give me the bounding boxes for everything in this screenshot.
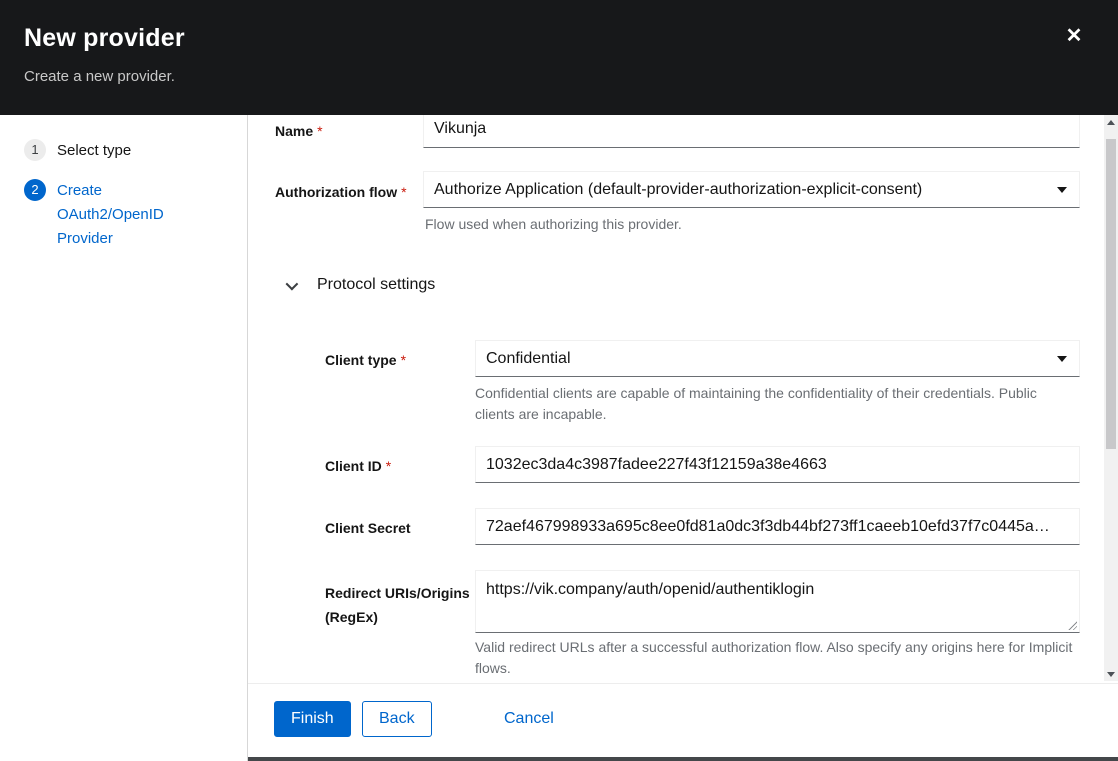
- required-asterisk: *: [401, 184, 406, 200]
- scroll-up-icon: [1107, 120, 1115, 125]
- modal-subtitle: Create a new provider.: [24, 68, 175, 85]
- new-provider-modal: Name* Authorization flow* Authorize Appl…: [0, 0, 1118, 761]
- close-icon[interactable]: ✕: [1060, 22, 1088, 50]
- scroll-up-button[interactable]: [1104, 115, 1118, 129]
- required-asterisk: *: [386, 458, 391, 474]
- caret-down-icon: [1057, 187, 1067, 193]
- back-button[interactable]: Back: [362, 701, 432, 737]
- modal-header: New provider Create a new provider. ✕: [0, 0, 1118, 115]
- scroll-down-button[interactable]: [1104, 667, 1118, 681]
- step-number-badge: 2: [24, 179, 46, 201]
- scroll-down-icon: [1107, 672, 1115, 677]
- name-input[interactable]: [423, 110, 1080, 148]
- step-number-badge: 1: [24, 139, 46, 161]
- client-secret-label: Client Secret: [325, 519, 411, 537]
- caret-down-icon: [1057, 356, 1067, 362]
- protocol-settings-expander[interactable]: Protocol settings: [286, 271, 435, 299]
- step-label: Select type: [57, 139, 175, 163]
- authorization-flow-label: Authorization flow*: [275, 183, 407, 201]
- authorization-flow-value: Authorize Application (default-provider-…: [434, 181, 922, 199]
- wizard-step-select-type[interactable]: 1 Select type: [24, 139, 175, 163]
- modal-title: New provider: [24, 24, 185, 53]
- authorization-flow-help: Flow used when authorizing this provider…: [425, 214, 1065, 235]
- authorization-flow-select[interactable]: Authorize Application (default-provider-…: [423, 171, 1080, 208]
- scrollbar[interactable]: [1104, 115, 1118, 681]
- protocol-settings-label: Protocol settings: [317, 276, 435, 294]
- finish-button[interactable]: Finish: [274, 701, 351, 737]
- step-label: Create OAuth2/OpenID Provider: [57, 179, 175, 251]
- client-secret-input[interactable]: [475, 508, 1080, 545]
- client-id-label: Client ID*: [325, 457, 391, 475]
- clipped-content-edge: [248, 757, 1118, 761]
- client-id-input[interactable]: [475, 446, 1080, 483]
- name-label: Name*: [275, 122, 323, 140]
- cancel-button[interactable]: Cancel: [488, 701, 570, 737]
- scrollbar-thumb[interactable]: [1106, 139, 1116, 449]
- modal-footer: Finish Back Cancel: [248, 683, 1118, 757]
- client-type-select[interactable]: Confidential: [475, 340, 1080, 377]
- chevron-down-icon: [286, 277, 299, 290]
- redirect-uris-help: Valid redirect URLs after a successful a…: [475, 637, 1083, 679]
- redirect-uris-label: Redirect URIs/Origins (RegEx): [325, 581, 477, 629]
- wizard-nav: 1 Select type 2 Create OAuth2/OpenID Pro…: [0, 115, 248, 761]
- client-type-help: Confidential clients are capable of main…: [475, 383, 1065, 425]
- redirect-uris-textarea[interactable]: https://vik.company/auth/openid/authenti…: [475, 570, 1080, 633]
- required-asterisk: *: [317, 123, 322, 139]
- required-asterisk: *: [401, 352, 406, 368]
- client-type-label: Client type*: [325, 351, 406, 369]
- wizard-step-create-provider[interactable]: 2 Create OAuth2/OpenID Provider: [24, 179, 175, 251]
- client-type-value: Confidential: [486, 350, 571, 368]
